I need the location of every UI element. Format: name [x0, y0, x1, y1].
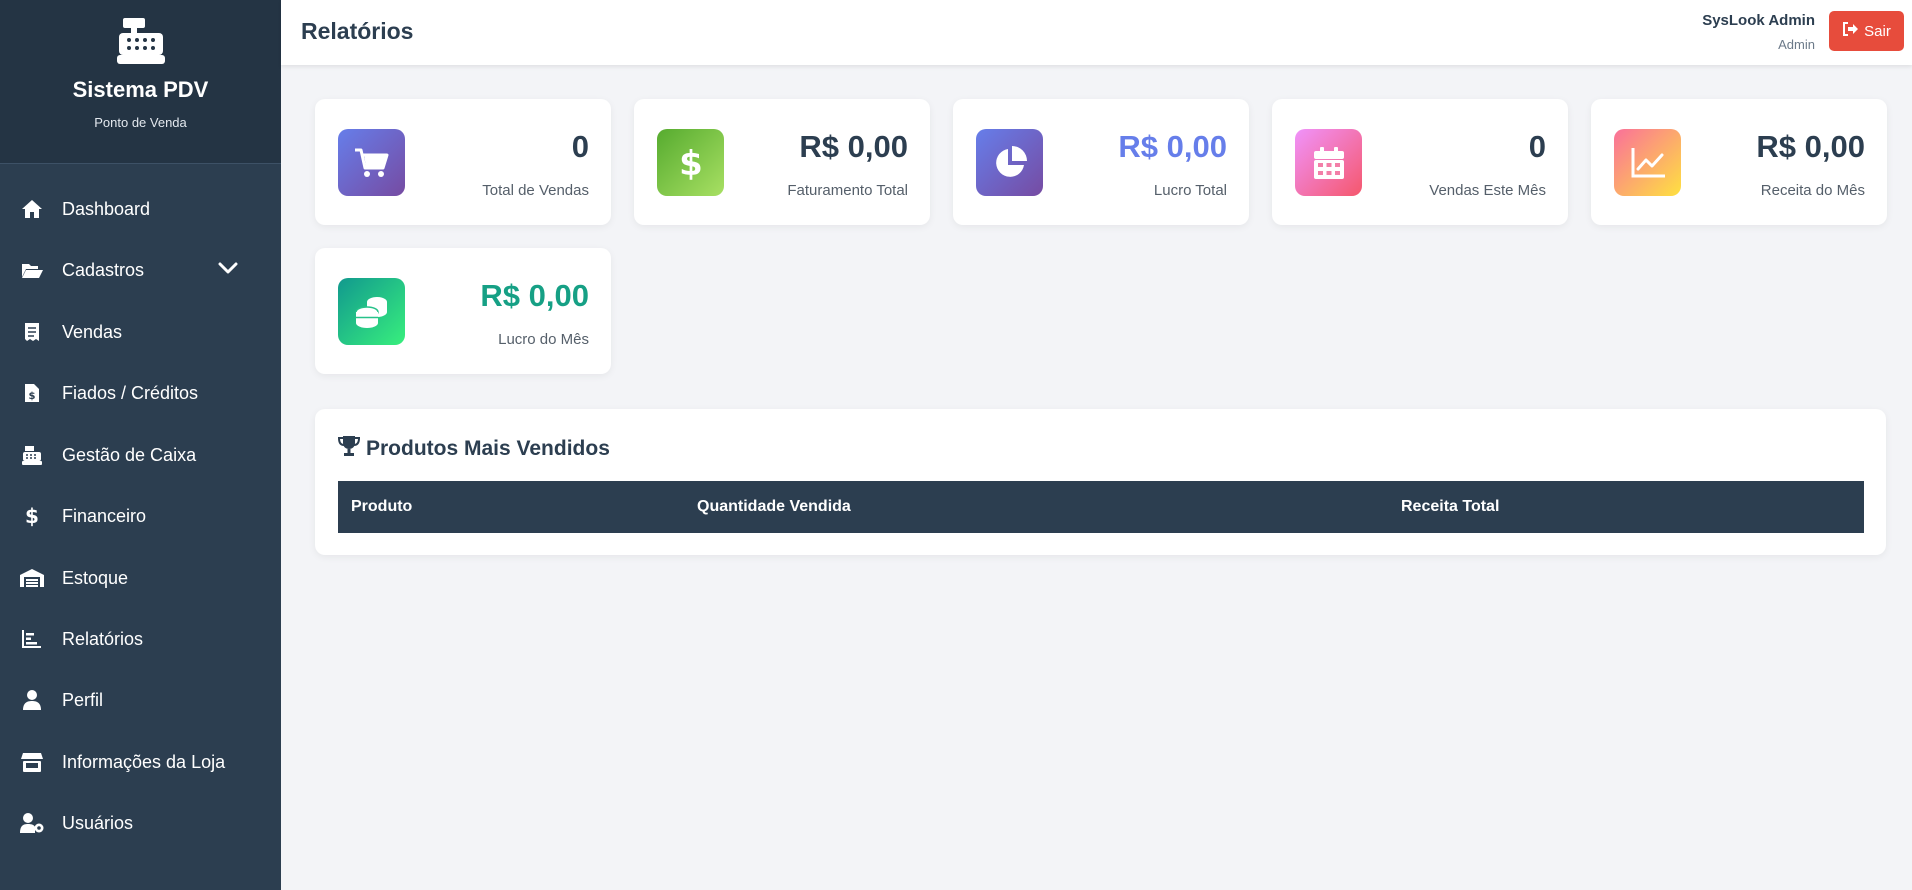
- stat-card-faturamento-total: $ R$ 0,00 Faturamento Total: [634, 99, 930, 225]
- folder-open-icon: [20, 258, 44, 282]
- stat-card-lucro-total: R$ 0,00 Lucro Total: [953, 99, 1249, 225]
- cash-register-icon: [20, 443, 44, 467]
- trophy-icon: [337, 435, 361, 463]
- dollar-icon: $: [20, 504, 44, 528]
- sidebar: Sistema PDV Ponto de Venda Dashboard Cad…: [0, 0, 281, 890]
- card-value: R$ 0,00: [1756, 129, 1865, 164]
- coins-icon: [338, 278, 405, 345]
- sidebar-item-usuarios[interactable]: Usuários: [0, 800, 281, 846]
- logout-button[interactable]: Sair: [1829, 11, 1904, 51]
- user-gear-icon: [20, 811, 44, 835]
- svg-text:$: $: [29, 391, 36, 402]
- cash-register-icon: [116, 18, 165, 69]
- card-value: R$ 0,00: [480, 278, 589, 313]
- column-header-receita[interactable]: Receita Total: [1401, 498, 1499, 516]
- stat-card-lucro-mes: R$ 0,00 Lucro do Mês: [315, 248, 611, 374]
- sidebar-item-label: Cadastros: [62, 259, 145, 280]
- sidebar-item-label: Financeiro: [62, 505, 147, 526]
- card-label: Vendas Este Mês: [1429, 182, 1546, 199]
- card-value: 0: [571, 129, 589, 164]
- sidebar-item-fiados[interactable]: $ Fiados / Créditos: [0, 370, 281, 416]
- stat-card-total-vendas: 0 Total de Vendas: [315, 99, 611, 225]
- store-icon: [20, 750, 44, 774]
- sidebar-item-label: Relatórios: [62, 628, 144, 649]
- brand: Sistema PDV Ponto de Venda: [0, 0, 281, 164]
- column-header-produto[interactable]: Produto: [351, 498, 412, 516]
- card-value: R$ 0,00: [1118, 129, 1227, 164]
- card-value: R$ 0,00: [799, 129, 908, 164]
- pie-chart-icon: [976, 129, 1043, 196]
- card-label: Lucro Total: [1153, 182, 1227, 199]
- card-label: Receita do Mês: [1760, 182, 1865, 199]
- panel-title: Produtos Mais Vendidos: [337, 435, 610, 463]
- sign-out-icon: [1842, 22, 1859, 40]
- logout-label: Sair: [1864, 22, 1891, 40]
- sidebar-item-relatorios[interactable]: Relatórios: [0, 616, 281, 662]
- svg-text:$: $: [679, 145, 703, 181]
- dollar-icon: $: [657, 129, 724, 196]
- invoice-dollar-icon: $: [20, 381, 44, 405]
- sidebar-item-label: Perfil: [62, 689, 104, 710]
- receipt-icon: [20, 320, 44, 344]
- brand-subtitle: Ponto de Venda: [94, 115, 187, 130]
- sidebar-item-label: Fiados / Créditos: [62, 382, 199, 403]
- table-header: Produto Quantidade Vendida Receita Total: [338, 481, 1864, 533]
- sidebar-item-perfil[interactable]: Perfil: [0, 677, 281, 723]
- sidebar-item-gestao-caixa[interactable]: Gestão de Caixa: [0, 432, 281, 478]
- sidebar-item-dashboard[interactable]: Dashboard: [0, 186, 281, 232]
- chevron-down-icon[interactable]: [218, 261, 238, 279]
- topbar: Relatórios SysLook Admin Admin Sair: [281, 0, 1912, 65]
- svg-text:$: $: [25, 505, 39, 527]
- warehouse-icon: [20, 566, 44, 590]
- card-value: 0: [1528, 129, 1546, 164]
- sidebar-item-label: Informações da Loja: [62, 751, 226, 772]
- sidebar-item-cadastros[interactable]: Cadastros: [0, 247, 281, 293]
- page-title: Relatórios: [301, 18, 414, 44]
- sidebar-item-informacoes-loja[interactable]: Informações da Loja: [0, 739, 281, 785]
- user-name: SysLook Admin: [1702, 12, 1815, 29]
- calendar-icon: [1295, 129, 1362, 196]
- card-label: Faturamento Total: [787, 182, 908, 199]
- sidebar-item-financeiro[interactable]: $ Financeiro: [0, 493, 281, 539]
- line-chart-icon: [1614, 129, 1681, 196]
- sidebar-item-estoque[interactable]: Estoque: [0, 555, 281, 601]
- user-role: Admin: [1778, 37, 1815, 52]
- stat-card-receita-mes: R$ 0,00 Receita do Mês: [1591, 99, 1887, 225]
- column-header-quantidade[interactable]: Quantidade Vendida: [697, 498, 851, 516]
- sidebar-item-vendas[interactable]: Vendas: [0, 309, 281, 355]
- stat-card-vendas-este-mes: 0 Vendas Este Mês: [1272, 99, 1568, 225]
- top-products-panel: Produtos Mais Vendidos Produto Quantidad…: [315, 409, 1886, 555]
- sidebar-item-label: Vendas: [62, 321, 123, 342]
- cart-icon: [338, 129, 405, 196]
- sidebar-item-label: Gestão de Caixa: [62, 444, 197, 465]
- home-icon: [20, 197, 44, 221]
- user-icon: [20, 688, 44, 712]
- sidebar-item-label: Estoque: [62, 567, 129, 588]
- chart-bar-icon: [20, 627, 44, 651]
- sidebar-item-label: Usuários: [62, 812, 134, 833]
- card-label: Lucro do Mês: [498, 331, 589, 348]
- panel-title-text: Produtos Mais Vendidos: [366, 437, 610, 460]
- brand-title: Sistema PDV: [72, 77, 209, 102]
- sidebar-item-label: Dashboard: [62, 198, 151, 219]
- card-label: Total de Vendas: [482, 182, 589, 199]
